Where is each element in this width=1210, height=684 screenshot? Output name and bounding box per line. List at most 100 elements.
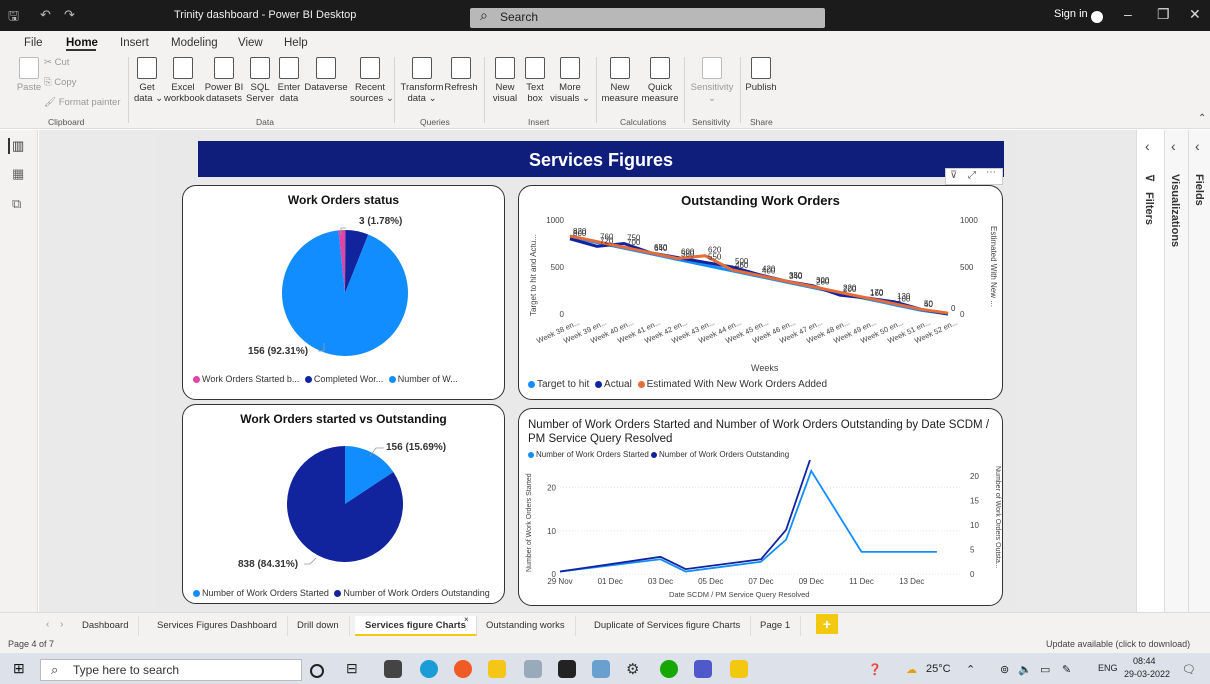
more-visuals-button[interactable]: More visuals ⌄ — [550, 57, 590, 104]
sign-in-link[interactable]: Sign in — [1054, 8, 1088, 20]
help-icon[interactable]: ❓ — [868, 663, 882, 676]
dataverse-button[interactable]: Dataverse — [304, 57, 348, 93]
text-box-button[interactable]: Text box — [522, 57, 548, 104]
sql-server-button[interactable]: SQL Server — [246, 57, 274, 104]
task-view-icon[interactable]: ⊟ — [346, 660, 364, 678]
excel-app-icon[interactable] — [384, 660, 402, 678]
recent-sources-button[interactable]: Recent sources ⌄ — [350, 57, 394, 104]
tab-scroll-left-icon[interactable]: ‹ — [46, 619, 49, 630]
model-view-icon[interactable]: ⧉ — [12, 196, 21, 212]
quick-measure-button[interactable]: Quick measure — [640, 57, 680, 104]
redo-icon[interactable]: ↷ — [64, 7, 75, 23]
tab-scroll-right-icon[interactable]: › — [60, 619, 63, 630]
legend-item[interactable]: Number of Work Orders Started — [528, 450, 649, 459]
taskbar-search[interactable]: ⌕ Type here to search — [40, 659, 302, 681]
filters-pane[interactable]: ‹ ⊽ Filters — [1136, 130, 1164, 616]
legend-item[interactable]: Completed Wor... — [302, 374, 383, 384]
transform-data-button[interactable]: Transform data ⌄ — [400, 57, 444, 104]
tab-dashboard[interactable]: Dashboard — [72, 616, 140, 636]
format-painter-button[interactable]: 🖌 Format painter — [44, 97, 120, 108]
visualizations-pane[interactable]: ‹ Visualizations — [1164, 130, 1188, 616]
clock-time[interactable]: 08:44 — [1133, 656, 1156, 666]
fields-collapse-icon[interactable]: ‹ — [1195, 138, 1200, 154]
update-notice[interactable]: Update available (click to download) — [1046, 639, 1190, 649]
copy-button[interactable]: ⎘ Copy — [44, 77, 76, 88]
restore-icon[interactable]: ❐ — [1157, 6, 1170, 23]
report-view-icon[interactable]: ▥ — [8, 138, 24, 154]
tab-duplicate-services-figure-charts[interactable]: Duplicate of Services figure Charts — [584, 616, 752, 636]
powerbi-datasets-button[interactable]: Power BI datasets — [204, 57, 244, 104]
legend-item[interactable]: Actual — [592, 379, 632, 390]
legend-item[interactable]: Number of W... — [386, 374, 458, 384]
pen-icon[interactable]: ✎ — [1062, 663, 1071, 676]
windows-start-icon[interactable]: ⊞ — [13, 660, 25, 677]
tab-close-icon[interactable]: × — [464, 615, 469, 624]
excel-workbook-button[interactable]: Excel workbook — [164, 57, 205, 104]
more-options-icon[interactable]: ⋯ — [986, 167, 996, 178]
powerbi-app-icon[interactable] — [730, 660, 748, 678]
tab-services-figure-charts[interactable]: Services figure Charts — [355, 616, 477, 636]
temperature[interactable]: 25°C — [926, 663, 951, 675]
cortana-icon[interactable] — [310, 664, 324, 678]
filter-icon[interactable]: ⊽ — [950, 170, 957, 181]
sensitivity-button[interactable]: Sensitivity ⌄ — [688, 57, 736, 104]
legend-item[interactable]: Target to hit — [528, 379, 589, 390]
app-icon[interactable] — [592, 660, 610, 678]
settings-icon[interactable]: ⚙ — [626, 660, 644, 678]
edge-icon[interactable] — [420, 660, 438, 678]
refresh-button[interactable]: Refresh — [444, 57, 478, 93]
search-box[interactable]: ⌕ Search — [470, 7, 825, 28]
collapse-ribbon-icon[interactable]: ⌃ — [1198, 113, 1206, 124]
menu-help[interactable]: Help — [284, 37, 308, 49]
visualizations-collapse-icon[interactable]: ‹ — [1171, 138, 1176, 154]
save-icon[interactable]: 🖫 — [8, 7, 19, 29]
account-avatar[interactable] — [1091, 11, 1103, 23]
cut-button[interactable]: ✂ Cut — [44, 57, 69, 68]
filters-collapse-icon[interactable]: ‹ — [1145, 138, 1150, 154]
tab-drill-down[interactable]: Drill down — [287, 616, 350, 636]
outstanding-line-chart[interactable]: 0 0500 5001000 1000820800 760720 700750640650… — [530, 210, 1000, 370]
tab-services-figures-dashboard[interactable]: Services Figures Dashboard — [147, 616, 288, 636]
undo-icon[interactable]: ↶ — [40, 7, 51, 23]
app-icon[interactable] — [524, 660, 542, 678]
add-page-button[interactable]: + — [816, 614, 838, 634]
brave-icon[interactable] — [454, 660, 472, 678]
volume-icon[interactable]: 🔈 — [1018, 663, 1032, 676]
app-icon[interactable] — [558, 660, 576, 678]
legend-item[interactable]: Work Orders Started b... — [193, 374, 299, 384]
enter-data-button[interactable]: Enter data — [276, 57, 302, 104]
new-measure-button[interactable]: New measure — [600, 57, 640, 104]
notifications-icon[interactable]: 🗨 — [1182, 663, 1196, 676]
legend-dot — [193, 590, 200, 598]
language-indicator[interactable]: ENG — [1098, 663, 1118, 673]
publish-button[interactable]: Publish — [744, 57, 778, 93]
paste-button[interactable]: Paste — [16, 57, 42, 93]
data-view-icon[interactable]: ▦ — [12, 166, 24, 182]
legend-item[interactable]: Number of Work Orders Started — [193, 588, 329, 598]
close-icon[interactable]: ✕ — [1189, 6, 1201, 23]
tray-chevron-icon[interactable]: ⌃ — [966, 663, 975, 676]
tab-page-1[interactable]: Page 1 — [750, 616, 802, 636]
network-icon[interactable]: ⊚ — [1000, 663, 1009, 676]
minimize-icon[interactable]: – — [1124, 6, 1132, 22]
teams-icon[interactable] — [694, 660, 712, 678]
battery-icon[interactable]: ▭ — [1040, 663, 1050, 676]
file-explorer-icon[interactable] — [488, 660, 506, 678]
menu-file[interactable]: File — [24, 37, 43, 49]
new-visual-button[interactable]: New visual — [490, 57, 520, 104]
clock-date[interactable]: 29-03-2022 — [1124, 669, 1170, 679]
upwork-icon[interactable] — [660, 660, 678, 678]
menu-view[interactable]: View — [238, 37, 263, 49]
legend-item[interactable]: Number of Work Orders Outstanding — [331, 588, 490, 598]
focus-mode-icon[interactable]: ⤢ — [968, 170, 976, 181]
by-date-line-chart[interactable]: 010200510152029 Nov 01 Dec 03 Dec 05 Dec 07 … — [530, 460, 992, 592]
legend-item[interactable]: Estimated With New Work Orders Added — [635, 379, 827, 390]
menu-insert[interactable]: Insert — [120, 37, 149, 49]
legend-item[interactable]: Number of Work Orders Outstanding — [651, 450, 789, 459]
tab-outstanding-works[interactable]: Outstanding works — [476, 616, 576, 636]
menu-modeling[interactable]: Modeling — [171, 37, 218, 49]
menu-home[interactable]: Home — [66, 37, 98, 49]
get-data-button[interactable]: Get data ⌄ — [134, 57, 163, 104]
fields-pane[interactable]: ‹ Fields — [1188, 130, 1210, 616]
data-label: 600 — [681, 248, 695, 257]
